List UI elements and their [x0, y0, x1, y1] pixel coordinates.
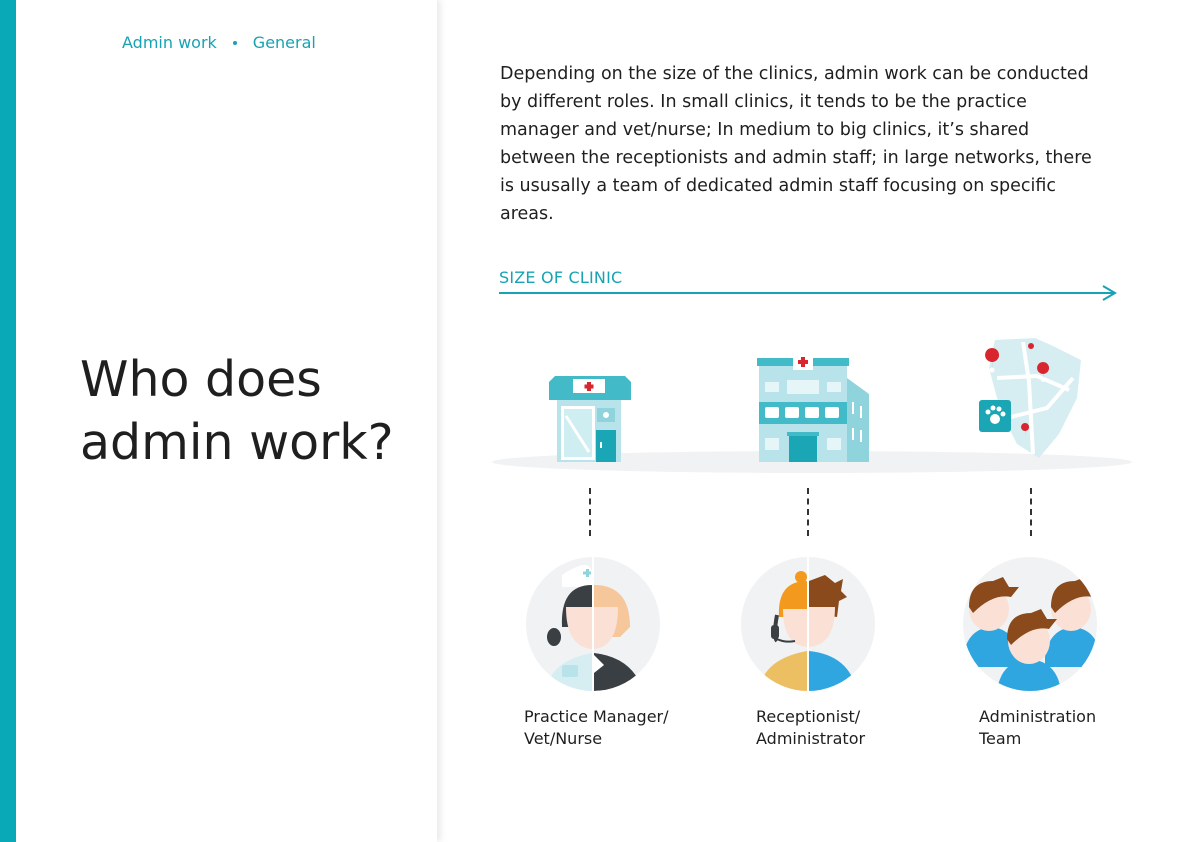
connector-large	[1030, 488, 1032, 536]
breadcrumb-section[interactable]: Admin work	[122, 33, 217, 52]
practice-manager-vet-icon	[526, 557, 660, 691]
page-title-line2: admin work?	[80, 414, 394, 471]
page-title: Who does admin work?	[80, 348, 420, 474]
right-panel: Depending on the size of the clinics, ad…	[437, 0, 1191, 842]
breadcrumb: Admin work General	[122, 33, 316, 52]
page-title-line1: Who does	[80, 351, 322, 408]
left-panel: Admin work General Who does admin work?	[16, 0, 437, 842]
admin-team-icon	[963, 557, 1097, 691]
size-arrow-icon	[499, 285, 1117, 301]
role-label-line1: Administration	[979, 707, 1097, 726]
role-label-line1: Receptionist/	[756, 707, 861, 726]
medium-clinic-icon	[757, 354, 869, 462]
role-label-line1: Practice Manager/	[524, 707, 669, 726]
role-label-practice-manager: Practice Manager/ Vet/Nurse	[524, 706, 669, 750]
role-label-line2: Team	[979, 729, 1022, 748]
role-label-line2: Vet/Nurse	[524, 729, 603, 748]
small-clinic-icon	[549, 376, 631, 462]
connector-small	[589, 488, 591, 536]
connector-medium	[807, 488, 809, 536]
role-label-admin-team: Administration Team	[979, 706, 1096, 750]
accent-bar	[0, 0, 16, 842]
breadcrumb-category[interactable]: General	[253, 33, 316, 52]
receptionist-admin-icon	[741, 557, 875, 691]
clinic-network-map-icon	[979, 338, 1081, 458]
breadcrumb-separator	[232, 40, 237, 45]
role-label-line2: Administrator	[756, 729, 866, 748]
intro-paragraph: Depending on the size of the clinics, ad…	[500, 64, 1092, 224]
role-label-receptionist: Receptionist/ Administrator	[756, 706, 865, 750]
